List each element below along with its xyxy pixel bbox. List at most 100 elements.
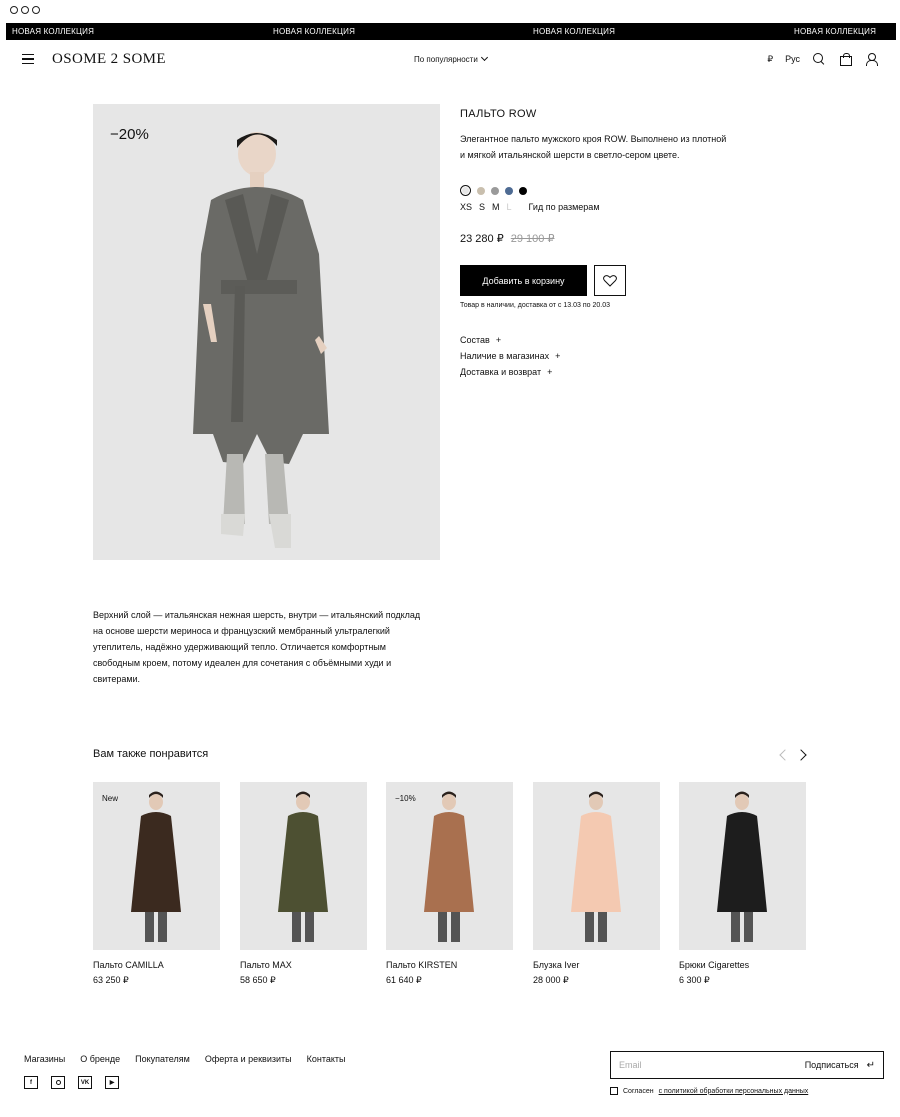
announcement-text: НОВАЯ КОЛЛЕКЦИЯ: [12, 27, 95, 36]
price-block: 23 280 ₽ 29 100 ₽: [460, 232, 740, 245]
product-card-name: Пальто CAMILLA: [93, 960, 164, 970]
sort-dropdown[interactable]: По популярности: [414, 53, 488, 64]
sort-label: По популярности: [414, 55, 478, 64]
availability-note: Товар в наличии, доставка от с 13.03 по …: [460, 302, 610, 309]
instagram-icon[interactable]: [51, 1076, 65, 1089]
heart-icon: [603, 275, 617, 287]
accordion-label: Доставка и возврат: [460, 367, 542, 377]
details-accordion: Состав + Наличие в магазинах + Доставка и …: [460, 335, 740, 383]
size-selector: XS S M L Гид по размерам: [460, 202, 740, 212]
product-image[interactable]: −20%: [93, 104, 440, 560]
cart-icon[interactable]: [838, 52, 852, 66]
color-swatches: [460, 185, 740, 196]
menu-icon[interactable]: [22, 54, 34, 64]
facebook-icon[interactable]: f: [24, 1076, 38, 1089]
size-option[interactable]: XS: [460, 202, 472, 212]
header-actions: ₽ Рус: [767, 52, 878, 66]
product-card-price: 6 300 ₽: [679, 975, 710, 985]
footer-link-contacts[interactable]: Контакты: [307, 1054, 346, 1064]
footer-nav: Магазины О бренде Покупателям Оферта и р…: [24, 1054, 345, 1064]
accordion-label: Состав: [460, 335, 490, 345]
model-illustration: [717, 791, 767, 942]
footer-link-about[interactable]: О бренде: [80, 1054, 120, 1064]
model-illustration: [571, 791, 621, 942]
subscribe-form: Подписаться ↵: [610, 1051, 884, 1079]
consent-checkbox[interactable]: [610, 1087, 618, 1095]
product-description: Элегантное пальто мужского кроя ROW. Вып…: [460, 134, 727, 160]
product-card[interactable]: Блузка Iver 28 000 ₽: [533, 782, 660, 986]
product-card[interactable]: Пальто MAX 58 650 ₽: [240, 782, 367, 986]
product-title: ПАЛЬТО ROW: [460, 108, 537, 120]
color-swatch[interactable]: [505, 186, 513, 195]
model-illustration: [131, 791, 181, 942]
product-card-image[interactable]: [533, 782, 660, 950]
announcement-text: НОВАЯ КОЛЛЕКЦИЯ: [533, 27, 616, 36]
size-option[interactable]: M: [492, 202, 500, 212]
accordion-store-availability[interactable]: Наличие в магазинах +: [460, 351, 740, 367]
discount-badge: −20%: [110, 126, 149, 143]
announcement-text: НОВАЯ КОЛЛЕКЦИЯ: [273, 27, 356, 36]
product-card[interactable]: New Пальто CAMILLA 63 250 ₽: [93, 782, 220, 986]
window-controls: [10, 6, 40, 14]
product-card[interactable]: Брюки Cigarettes 6 300 ₽: [679, 782, 806, 986]
product-card-image[interactable]: [240, 782, 367, 950]
subscribe-button[interactable]: Подписаться: [805, 1060, 859, 1070]
footer-link-customers[interactable]: Покупателям: [135, 1054, 190, 1064]
color-swatch[interactable]: [519, 186, 527, 195]
enter-arrow-icon[interactable]: ↵: [867, 1060, 875, 1071]
youtube-icon[interactable]: ▶: [105, 1076, 119, 1089]
size-guide-link[interactable]: Гид по размерам: [529, 202, 600, 212]
accordion-label: Наличие в магазинах: [460, 351, 550, 361]
current-price: 23 280 ₽: [460, 233, 504, 245]
size-option[interactable]: S: [479, 202, 485, 212]
site-header: OSOME 2 SOME По популярности ₽ Рус: [0, 40, 900, 80]
language-switch[interactable]: Рус: [785, 54, 800, 64]
consent-row: Согласен с политикой обработки персональ…: [610, 1087, 808, 1095]
model-illustration: [424, 791, 474, 942]
footer-link-stores[interactable]: Магазины: [24, 1054, 65, 1064]
product-card-image[interactable]: −10%: [386, 782, 513, 950]
card-tag: −10%: [395, 794, 416, 803]
carousel-prev-icon[interactable]: [778, 748, 788, 762]
size-option-unavailable: L: [506, 202, 512, 212]
recommendations-title: Вам также понравится: [93, 748, 209, 760]
window-dot[interactable]: [21, 6, 29, 14]
accordion-delivery-returns[interactable]: Доставка и возврат +: [460, 367, 740, 383]
product-card-name: Брюки Cigarettes: [679, 960, 750, 970]
currency-switch[interactable]: ₽: [767, 54, 773, 65]
instagram-lens: [55, 1080, 61, 1085]
carousel-next-icon[interactable]: [797, 748, 807, 762]
email-input[interactable]: [619, 1060, 805, 1070]
old-price: 29 100 ₽: [510, 233, 555, 245]
footer-link-offer[interactable]: Оферта и реквизиты: [205, 1054, 292, 1064]
product-info: ПАЛЬТО ROW Элегантное пальто мужского кр…: [460, 104, 740, 383]
model-illustration: [278, 791, 328, 942]
product-card-price: 63 250 ₽: [93, 975, 129, 985]
social-links: f VK ▶: [24, 1076, 119, 1089]
product-actions: Добавить в корзину: [460, 265, 740, 296]
accordion-composition[interactable]: Состав +: [460, 335, 740, 351]
product-card-image[interactable]: New: [93, 782, 220, 950]
window-dot[interactable]: [10, 6, 18, 14]
product-card-image[interactable]: [679, 782, 806, 950]
color-swatch-selected[interactable]: [460, 185, 471, 196]
product-long-description: Верхний слой — итальянская нежная шерсть…: [93, 610, 421, 684]
color-dot: [462, 187, 469, 194]
announcement-text: НОВАЯ КОЛЛЕКЦИЯ: [794, 27, 877, 36]
product-card-price: 28 000 ₽: [533, 975, 569, 985]
color-swatch[interactable]: [477, 186, 485, 195]
plus-icon: +: [495, 335, 502, 345]
announcement-bar: НОВАЯ КОЛЛЕКЦИЯ НОВАЯ КОЛЛЕКЦИЯ НОВАЯ КО…: [6, 23, 896, 40]
search-icon[interactable]: [812, 52, 826, 66]
card-tag: New: [102, 794, 119, 803]
brand-logo[interactable]: OSOME 2 SOME: [52, 51, 166, 68]
window-dot[interactable]: [32, 6, 40, 14]
privacy-policy-link[interactable]: с политикой обработки персональных данны…: [659, 1088, 809, 1095]
vk-icon[interactable]: VK: [78, 1076, 92, 1089]
model-in-coat-illustration: [193, 132, 329, 548]
account-icon[interactable]: [864, 52, 878, 66]
product-card[interactable]: −10% Пальто KIRSTEN 61 640 ₽: [386, 782, 513, 986]
color-swatch[interactable]: [491, 186, 499, 195]
wishlist-button[interactable]: [594, 265, 626, 296]
add-to-cart-button[interactable]: Добавить в корзину: [460, 265, 587, 296]
